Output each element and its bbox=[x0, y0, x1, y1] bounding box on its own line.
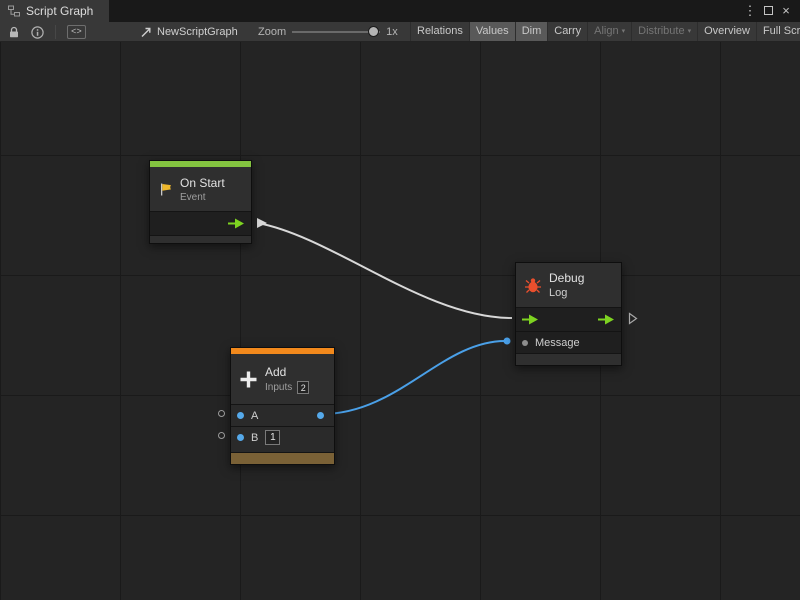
debug-log-header: Debug Log bbox=[516, 263, 621, 307]
zoom-value: 1x bbox=[386, 26, 398, 38]
flow-output-unconnected-indicator[interactable] bbox=[628, 312, 638, 325]
graph-toolbar: <> NewScriptGraph Zoom 1x Relations Valu… bbox=[0, 22, 800, 42]
on-start-titles: On Start Event bbox=[180, 176, 225, 203]
script-graph-icon bbox=[8, 5, 20, 17]
node-debug-log[interactable]: Debug Log Message bbox=[515, 262, 622, 366]
graph-name-group: NewScriptGraph bbox=[140, 22, 238, 42]
carry-button[interactable]: Carry bbox=[547, 22, 587, 42]
add-port-a-row: A bbox=[231, 404, 334, 426]
port-b-label: B bbox=[251, 432, 258, 444]
control-input-port[interactable] bbox=[522, 314, 539, 325]
window-menu-button[interactable]: ⋮ bbox=[742, 0, 758, 22]
debug-footer bbox=[516, 353, 621, 365]
port-b-input[interactable] bbox=[237, 434, 244, 441]
dim-button[interactable]: Dim bbox=[515, 22, 548, 42]
bug-icon bbox=[524, 277, 542, 294]
control-output-port[interactable] bbox=[598, 314, 615, 325]
toolbar-buttons: Relations Values Dim Carry Align ▾ Distri… bbox=[410, 22, 800, 42]
debug-log-titles: Debug Log bbox=[549, 271, 584, 299]
node-on-start[interactable]: On Start Event bbox=[149, 160, 252, 244]
wire-add-to-message bbox=[322, 341, 505, 414]
toolbar-left-group: <> bbox=[8, 22, 86, 42]
add-titles: Add Inputs 2 bbox=[265, 365, 309, 394]
message-input-port[interactable] bbox=[522, 340, 528, 346]
add-footer bbox=[231, 452, 334, 464]
values-button[interactable]: Values bbox=[469, 22, 515, 42]
node-title: On Start bbox=[180, 176, 225, 190]
script-graph-window: Script Graph ⋮ × <> bbox=[0, 0, 800, 600]
overview-button[interactable]: Overview bbox=[697, 22, 756, 42]
debug-flow-row bbox=[516, 307, 621, 331]
wire-onstart-to-log bbox=[258, 223, 512, 318]
align-label: Align bbox=[594, 25, 618, 37]
tab-script-graph[interactable]: Script Graph bbox=[0, 0, 109, 22]
tab-title: Script Graph bbox=[26, 4, 93, 18]
maximize-icon bbox=[764, 6, 773, 15]
window-controls: ⋮ × bbox=[742, 0, 800, 22]
node-title: Debug bbox=[549, 271, 584, 285]
flag-icon bbox=[158, 182, 173, 197]
zoom-label: Zoom bbox=[258, 26, 286, 38]
message-port-label: Message bbox=[535, 337, 580, 349]
graph-name-label[interactable]: NewScriptGraph bbox=[157, 26, 238, 38]
port-a-input[interactable] bbox=[237, 412, 244, 419]
port-a-unconnected-indicator[interactable] bbox=[218, 410, 225, 417]
chevron-down-icon: ▾ bbox=[622, 28, 626, 35]
add-inputs-row: Inputs 2 bbox=[265, 381, 309, 394]
on-start-header: On Start Event bbox=[150, 167, 251, 211]
maximize-button[interactable] bbox=[760, 0, 776, 22]
graph-asset-icon bbox=[140, 26, 152, 38]
title-bar: Script Graph ⋮ × bbox=[0, 0, 800, 22]
relations-button[interactable]: Relations bbox=[410, 22, 469, 42]
lock-icon[interactable] bbox=[8, 26, 20, 39]
inputs-count-field[interactable]: 2 bbox=[297, 381, 309, 394]
port-a-label: A bbox=[251, 410, 258, 422]
fullscreen-button[interactable]: Full Screen bbox=[756, 22, 800, 42]
toolbar-separator bbox=[55, 25, 56, 39]
close-button[interactable]: × bbox=[778, 0, 794, 22]
debug-message-row: Message bbox=[516, 331, 621, 353]
sum-output-port[interactable] bbox=[317, 412, 324, 419]
control-output-port[interactable] bbox=[228, 218, 245, 229]
align-dropdown[interactable]: Align ▾ bbox=[587, 22, 631, 42]
wires-layer bbox=[0, 42, 800, 600]
chevron-down-icon: ▾ bbox=[688, 28, 692, 35]
distribute-dropdown[interactable]: Distribute ▾ bbox=[631, 22, 697, 42]
port-b-unconnected-indicator[interactable] bbox=[218, 432, 225, 439]
info-icon[interactable] bbox=[31, 26, 44, 39]
on-start-output-row bbox=[150, 211, 251, 235]
add-port-b-row: B bbox=[231, 426, 334, 448]
wire-start-arrowhead bbox=[257, 218, 267, 228]
zoom-slider[interactable] bbox=[292, 31, 380, 33]
on-start-footer bbox=[150, 235, 251, 243]
distribute-label: Distribute bbox=[638, 25, 684, 37]
add-header: Add Inputs 2 bbox=[231, 354, 334, 404]
node-add[interactable]: Add Inputs 2 A B bbox=[230, 347, 335, 465]
zoom-group: Zoom 1x bbox=[258, 22, 398, 42]
inputs-label: Inputs bbox=[265, 382, 292, 393]
graph-canvas[interactable]: On Start Event Debug bbox=[0, 42, 800, 600]
node-title: Add bbox=[265, 365, 309, 379]
port-b-value-field[interactable] bbox=[265, 430, 280, 445]
wire-end-dot bbox=[504, 338, 511, 345]
node-subtitle: Event bbox=[180, 192, 225, 203]
plus-icon bbox=[239, 370, 258, 389]
zoom-slider-handle[interactable] bbox=[368, 26, 379, 37]
code-view-button[interactable]: <> bbox=[67, 25, 86, 39]
node-subtitle: Log bbox=[549, 287, 584, 299]
